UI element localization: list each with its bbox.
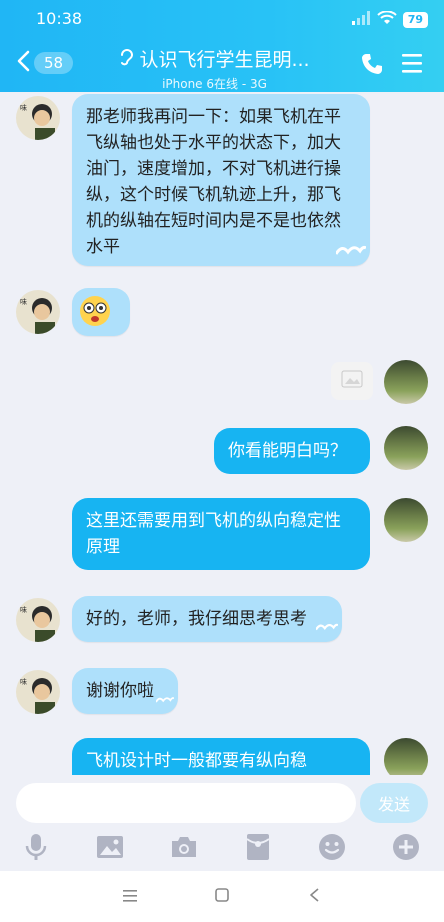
title-bar: 58 认识飞行学生昆明... iPhone 6在线 - 3G xyxy=(0,38,444,92)
triangle-back-icon xyxy=(307,887,321,907)
back-button[interactable]: 58 xyxy=(16,50,74,76)
home-button[interactable] xyxy=(210,885,234,909)
red-packet-icon xyxy=(246,833,270,865)
input-bar: 发送 xyxy=(0,775,444,833)
camera-button[interactable] xyxy=(166,833,202,865)
svg-text:味: 味 xyxy=(20,677,27,686)
mic-icon xyxy=(24,832,48,866)
surprised-face-icon xyxy=(78,296,112,333)
voice-call-button[interactable] xyxy=(360,52,384,80)
more-button[interactable] xyxy=(388,833,424,865)
emoji-button[interactable] xyxy=(314,833,350,865)
message-bubble[interactable]: 你看能明白吗？ xyxy=(214,428,370,474)
message-bubble[interactable]: 谢谢你啦 xyxy=(72,668,178,714)
message-text: 那老师我再问一下：如果飞机在平飞纵轴也处于水平的状态下，加大油门，速度增加，不对… xyxy=(86,107,341,257)
menu-lines-icon xyxy=(122,888,138,907)
image-message[interactable] xyxy=(331,362,373,400)
battery-indicator: 79 xyxy=(402,11,428,28)
avatar[interactable]: 味 xyxy=(16,290,60,334)
avatar[interactable] xyxy=(384,498,428,542)
square-icon xyxy=(214,887,230,907)
chat-title: 认识飞行学生昆明... xyxy=(139,49,310,71)
message-text: 谢谢你啦 xyxy=(86,681,154,701)
message-bubble[interactable]: 这里还需要用到飞机的纵向稳定性原理 xyxy=(72,498,370,570)
ear-icon xyxy=(119,47,134,71)
recents-button[interactable] xyxy=(118,885,142,909)
camera-icon xyxy=(170,835,198,863)
message-bubble[interactable]: 那老师我再问一下：如果飞机在平飞纵轴也处于水平的状态下，加大油门，速度增加，不对… xyxy=(72,94,370,266)
chat-header: 10:38 79 58 认识飞行学生昆明... iPhone 6在线 - 3G xyxy=(0,0,444,92)
voice-input-button[interactable] xyxy=(18,833,54,865)
signal-icon xyxy=(351,10,371,29)
message-list[interactable]: 味 那老师我再问一下：如果飞机在平飞纵轴也处于水平的状态下，加大油门，速度增加，… xyxy=(0,92,444,775)
status-icons: 79 xyxy=(351,10,428,29)
online-status: iPhone 6在线 - 3G xyxy=(162,77,267,91)
emoji-icon xyxy=(318,833,346,865)
system-navigation-bar xyxy=(0,871,444,922)
message-text: 你看能明白吗？ xyxy=(228,441,347,461)
svg-text:味: 味 xyxy=(20,605,27,614)
image-placeholder-icon xyxy=(341,370,363,392)
status-time: 10:38 xyxy=(36,9,83,28)
red-packet-button[interactable] xyxy=(240,833,276,865)
menu-icon xyxy=(400,54,424,78)
bubble-wave-decoration xyxy=(315,614,339,640)
wifi-icon xyxy=(376,10,397,29)
avatar[interactable] xyxy=(384,738,428,775)
avatar[interactable]: 味 xyxy=(16,670,60,714)
message-text: 飞机设计时一般都要有纵向稳 xyxy=(86,751,307,771)
status-bar: 10:38 79 xyxy=(0,0,444,38)
avatar[interactable] xyxy=(384,426,428,470)
message-bubble[interactable]: 好的，老师，我仔细思考思考 xyxy=(72,596,342,642)
message-bubble[interactable]: 飞机设计时一般都要有纵向稳 xyxy=(72,738,370,775)
message-input[interactable] xyxy=(16,783,356,823)
message-text: 这里还需要用到飞机的纵向稳定性原理 xyxy=(86,511,341,557)
chat-menu-button[interactable] xyxy=(400,52,424,78)
svg-text:味: 味 xyxy=(20,103,27,112)
chat-title-area[interactable]: 认识飞行学生昆明... iPhone 6在线 - 3G xyxy=(112,45,317,92)
avatar[interactable]: 味 xyxy=(16,598,60,642)
avatar[interactable] xyxy=(384,360,428,404)
chevron-left-icon xyxy=(16,50,30,76)
phone-icon xyxy=(360,54,384,80)
image-icon xyxy=(96,835,124,863)
back-nav-button[interactable] xyxy=(302,885,326,909)
svg-text:味: 味 xyxy=(20,297,27,306)
plus-icon xyxy=(392,833,420,865)
avatar[interactable]: 味 xyxy=(16,96,60,140)
message-bubble[interactable] xyxy=(72,288,130,336)
unread-count-badge: 58 xyxy=(34,52,74,74)
photo-button[interactable] xyxy=(92,833,128,865)
send-button[interactable]: 发送 xyxy=(360,783,428,823)
message-text: 好的，老师，我仔细思考思考 xyxy=(86,609,307,629)
bubble-wave-decoration xyxy=(155,686,175,712)
input-toolbar xyxy=(0,833,444,871)
bubble-wave-decoration xyxy=(334,238,367,264)
